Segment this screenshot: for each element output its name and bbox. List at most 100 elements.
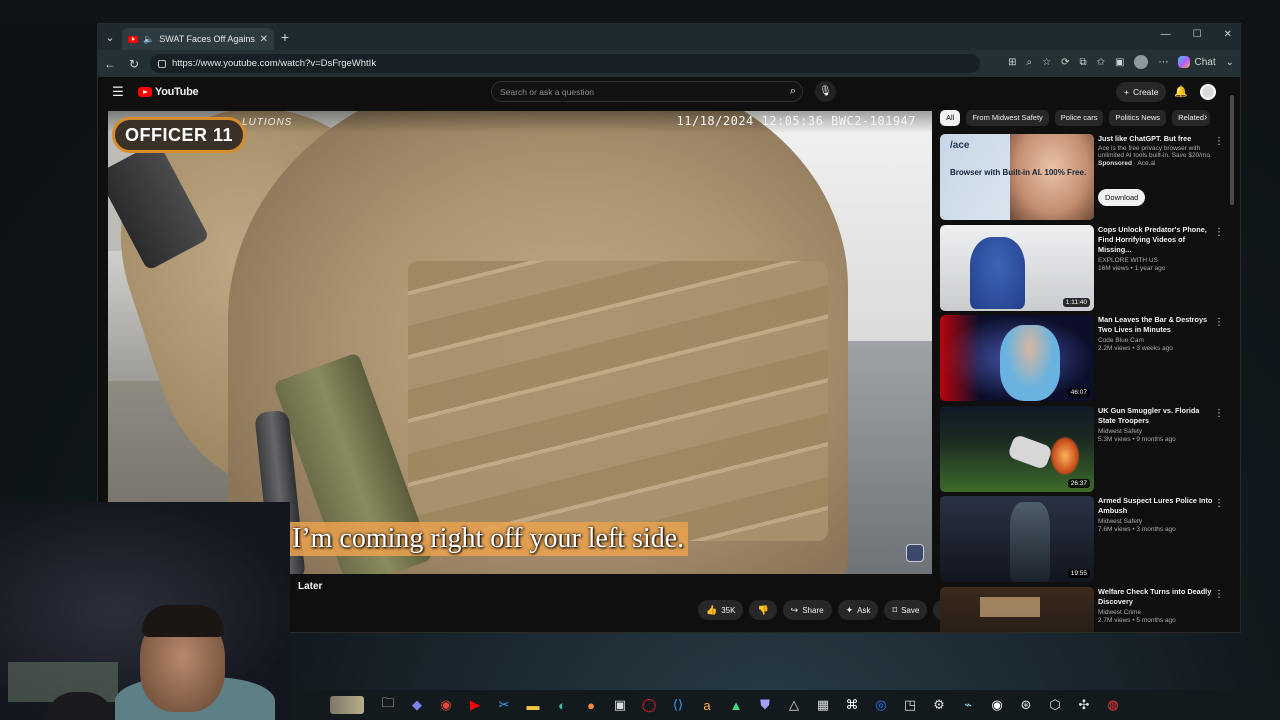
more-menu-icon[interactable]: ⋯ [1158, 57, 1168, 68]
zoom-icon[interactable]: ⌕ [1027, 57, 1033, 68]
notifications-bell-icon[interactable]: 🔔 [1174, 85, 1188, 98]
save-button[interactable]: ⌑ Save [884, 600, 928, 620]
back-icon[interactable]: ← [98, 57, 122, 71]
channel-name[interactable]: Midwest Safety [1098, 428, 1214, 435]
kebab-menu-icon[interactable]: ⋮ [1214, 227, 1224, 238]
app-available-icon[interactable]: ⊞ [1008, 57, 1016, 68]
unity-icon[interactable]: ⬡ [1045, 695, 1065, 715]
recording-app-icon[interactable]: ◍ [1103, 695, 1123, 715]
channel-name[interactable]: Midwest Safety [1098, 518, 1214, 525]
tab-actions-chevron-icon[interactable]: ⌄ [98, 31, 122, 44]
channel-watermark-icon[interactable] [906, 544, 924, 562]
scrollbar-thumb[interactable] [1230, 95, 1234, 205]
epic-icon[interactable]: ◉ [987, 695, 1007, 715]
firefox-icon[interactable]: ● [581, 695, 601, 715]
channel-name[interactable]: EXPLORE WITH US [1098, 257, 1214, 264]
voice-search-icon[interactable]: 🎙 [815, 81, 836, 102]
kebab-menu-icon[interactable]: ⋮ [1214, 317, 1224, 328]
list-item[interactable]: Welfare Check Turns into Deadly Discover… [940, 585, 1230, 632]
chip-politics-news[interactable]: Politics News [1109, 110, 1167, 126]
list-item[interactable]: 1:11:40 Cops Unlock Predator's Phone, Fi… [940, 223, 1230, 314]
store-icon[interactable]: ▣ [610, 695, 630, 715]
game-icon[interactable]: ◳ [900, 695, 920, 715]
list-item[interactable]: 46:07 Man Leaves the Bar & Destroys Two … [940, 313, 1230, 404]
opera-icon[interactable]: ◯ [639, 695, 659, 715]
menu-icon[interactable]: ☰ [98, 84, 138, 100]
list-item[interactable]: 19:55 Armed Suspect Lures Police Into Am… [940, 494, 1230, 585]
extensions-icon[interactable]: ⧉ [1080, 57, 1087, 68]
video-thumbnail[interactable]: 1:11:40 [940, 224, 1094, 311]
ad-thumbnail[interactable]: /ace Browser with Built-in AI. 100% Free… [940, 134, 1094, 220]
file-explorer-icon[interactable]: 🗀 [378, 695, 398, 715]
refresh-icon[interactable]: ↻ [122, 57, 146, 71]
close-tab-icon[interactable]: ✕ [260, 34, 268, 45]
collections-icon[interactable]: ▣ [1115, 57, 1124, 68]
steam-icon[interactable]: ⌁ [958, 695, 978, 715]
channel-name[interactable]: Midwest Crime [1098, 609, 1214, 616]
chrome-icon[interactable]: ◉ [436, 695, 456, 715]
chip-police-cars[interactable]: Police cars [1054, 110, 1104, 126]
favorites-icon[interactable]: ✩ [1097, 57, 1105, 68]
teams-icon[interactable]: ◆ [407, 695, 427, 715]
dislike-button[interactable]: 👎 [749, 600, 777, 620]
chevron-down-icon[interactable]: ⌄ [1226, 57, 1234, 68]
video-thumbnail[interactable]: 26:37 [940, 405, 1094, 492]
channel-name[interactable]: Code Blue Cam [1098, 337, 1214, 344]
inkscape-icon[interactable]: △ [784, 695, 804, 715]
video-thumbnail[interactable]: 19:55 [940, 496, 1094, 582]
download-button[interactable]: Download [1098, 189, 1146, 206]
video-thumbnail[interactable] [940, 586, 1094, 632]
kebab-menu-icon[interactable]: ⋮ [1214, 589, 1224, 600]
share-button[interactable]: ↪ Share [782, 600, 832, 620]
edge-icon[interactable]: ◐ [552, 695, 572, 715]
video-title[interactable]: UK Gun Smuggler vs. Florida State Troope… [1098, 406, 1214, 426]
profile-avatar[interactable] [1134, 55, 1149, 69]
video-title[interactable]: Man Leaves the Bar & Destroys Two Lives … [1098, 315, 1214, 335]
folder-icon[interactable]: ▬ [523, 695, 543, 715]
video-title[interactable]: Armed Suspect Lures Police Into Ambush [1098, 496, 1214, 516]
vscode-icon[interactable]: ⟨⟩ [668, 695, 688, 715]
list-item[interactable]: 26:37 UK Gun Smuggler vs. Florida State … [940, 404, 1230, 495]
video-thumbnail[interactable]: 46:07 [940, 315, 1094, 401]
android-studio-icon[interactable]: ▲ [726, 695, 746, 715]
youtube-app-icon[interactable]: ▶ [465, 695, 485, 715]
favorite-star-icon[interactable]: ☆ [1042, 57, 1051, 68]
sponsored-item[interactable]: /ace Browser with Built-in AI. 100% Free… [940, 132, 1230, 223]
tab-youtube-video[interactable]: 🔈 SWAT Faces Off Against Killer ✕ [122, 28, 274, 50]
capcut-icon[interactable]: ⌘ [842, 695, 862, 715]
youtube-logo[interactable]: YouTube [138, 86, 199, 98]
address-bar[interactable]: https://www.youtube.com/watch?v=DsFrgeWh… [150, 54, 980, 73]
search-icon[interactable]: ⌕ [790, 85, 796, 98]
kebab-menu-icon[interactable]: ⋮ [1214, 136, 1224, 147]
site-info-icon[interactable] [158, 59, 166, 68]
close-window-icon[interactable]: ✕ [1224, 29, 1232, 40]
extension-refresh-icon[interactable]: ⟳ [1061, 57, 1069, 68]
kebab-menu-icon[interactable]: ⋮ [1214, 408, 1224, 419]
settings-icon[interactable]: ⚙ [929, 695, 949, 715]
create-button[interactable]: + Create [1116, 82, 1167, 102]
kebab-menu-icon[interactable]: ⋮ [1214, 498, 1224, 509]
chip-all[interactable]: All [940, 110, 961, 126]
obs-icon[interactable]: ⊛ [1016, 695, 1036, 715]
chevron-right-icon[interactable]: › [1204, 112, 1207, 123]
maximize-icon[interactable]: ☐ [1193, 29, 1202, 40]
like-button[interactable]: 👍 35K [698, 600, 744, 620]
calendar-icon[interactable]: ▦ [813, 695, 833, 715]
copilot-chat-button[interactable]: Chat [1178, 56, 1216, 68]
taskbar-wallpaper-thumbnail-icon[interactable] [330, 696, 364, 714]
minimize-icon[interactable]: — [1161, 29, 1171, 40]
browser-blue-icon[interactable]: ◎ [871, 695, 891, 715]
new-tab-button[interactable]: + [274, 29, 296, 45]
speaker-icon[interactable]: 🔈 [143, 34, 154, 45]
video-title[interactable]: Welfare Check Turns into Deadly Discover… [1098, 587, 1214, 607]
shield-icon[interactable]: ⛊ [755, 695, 775, 715]
chip-from-midwest-safety[interactable]: From Midwest Safety [966, 110, 1049, 126]
account-avatar[interactable] [1200, 84, 1216, 100]
video-title[interactable]: Cops Unlock Predator's Phone, Find Horri… [1098, 225, 1214, 255]
search-input[interactable]: Search or ask a question ⌕ [491, 81, 803, 102]
snipping-tool-icon[interactable]: ✂ [494, 695, 514, 715]
page-scrollbar[interactable] [1228, 87, 1236, 632]
ask-button[interactable]: ✦ Ask [837, 600, 879, 620]
extension-app-icon[interactable]: ✣ [1074, 695, 1094, 715]
amazon-icon[interactable]: a [697, 695, 717, 715]
